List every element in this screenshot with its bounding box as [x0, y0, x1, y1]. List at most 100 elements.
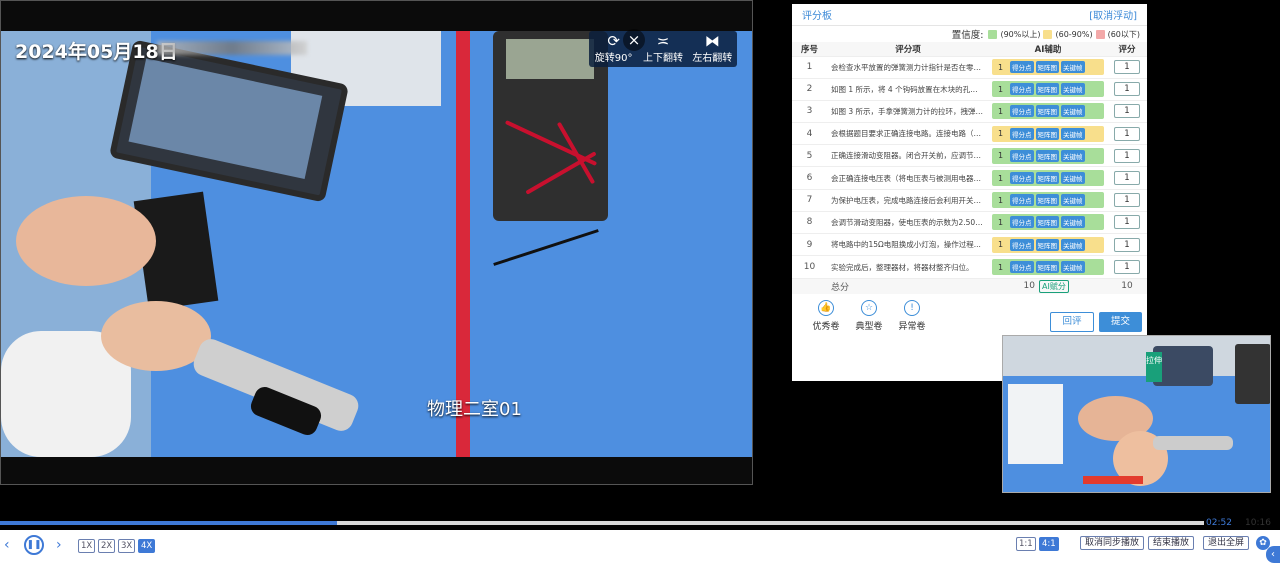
row-score-cell: 1	[1107, 99, 1147, 123]
score-input[interactable]: 1	[1114, 171, 1140, 186]
row-item-label: 会调节滑动变阻器，使电压表的示数为2.50V。	[831, 217, 985, 227]
table-row: 8 会调节滑动变阻器，使电压表的示数为2.50V。 1 得分点 矩阵图 关键帧 1	[792, 210, 1147, 234]
keyframe-tag[interactable]: 关键帧	[1061, 149, 1085, 162]
matrix-tag[interactable]: 矩阵图	[1035, 172, 1059, 185]
row-no: 9	[792, 232, 827, 256]
video-timestamp: 2024年05月18日	[15, 41, 178, 63]
end-play-button[interactable]: 结束播放	[1148, 536, 1195, 550]
score-input[interactable]: 1	[1114, 215, 1140, 230]
keyframe-tag[interactable]: 关键帧	[1061, 238, 1085, 251]
row-item-label: 实验完成后，整理器材，将器材整齐归位。	[831, 262, 974, 272]
back-review-button[interactable]: 回评	[1050, 312, 1094, 332]
score-point-tag[interactable]: 得分点	[1010, 261, 1034, 274]
close-icon[interactable]: ×	[623, 29, 645, 51]
abnormal-paper-button[interactable]: ! 异常卷	[892, 300, 932, 332]
flip-horizontal-button[interactable]: ⧓ 左右翻转	[688, 31, 737, 67]
score-point-tag[interactable]: 得分点	[1010, 238, 1034, 251]
header-item: 评分项	[827, 42, 989, 56]
keyframe-tag[interactable]: 关键帧	[1061, 216, 1085, 229]
prev-icon[interactable]: ‹	[4, 537, 10, 553]
score-input[interactable]: 1	[1114, 237, 1140, 252]
ai-confidence-box: 1 得分点 矩阵图 关键帧	[992, 103, 1104, 120]
ai-grade-button[interactable]: AI赋分	[1039, 279, 1069, 293]
stretch-toggle[interactable]: 拉伸	[1146, 352, 1162, 382]
matrix-tag[interactable]: 矩阵图	[1035, 105, 1059, 118]
score-point-tag[interactable]: 得分点	[1010, 149, 1034, 162]
cancel-float-link[interactable]: [取消浮动]	[1089, 7, 1137, 22]
ratio-4-1-button[interactable]: 4:1	[1039, 537, 1059, 551]
matrix-tag[interactable]: 矩阵图	[1035, 61, 1059, 74]
score-input[interactable]: 1	[1114, 82, 1140, 97]
secondary-video[interactable]	[1002, 335, 1271, 493]
score-input[interactable]: 1	[1114, 148, 1140, 163]
keyframe-tag[interactable]: 关键帧	[1061, 261, 1085, 274]
panel-title: 评分板	[802, 11, 832, 22]
score-input[interactable]: 1	[1114, 193, 1140, 208]
row-item-text: 为保护电压表，完成电路连接后会利用开关进行...	[827, 188, 989, 212]
progress-bar[interactable]	[0, 521, 1204, 525]
ai-confidence-box: 1 得分点 矩阵图 关键帧	[992, 81, 1104, 98]
next-icon[interactable]: ›	[56, 537, 62, 553]
speed-2x-button[interactable]: 2X	[98, 539, 116, 553]
keyframe-tag[interactable]: 关键帧	[1061, 61, 1085, 74]
score-input[interactable]: 1	[1114, 126, 1140, 141]
score-point-tag[interactable]: 得分点	[1010, 105, 1034, 118]
row-no: 5	[792, 144, 827, 167]
ai-score: 1	[998, 240, 1004, 250]
row-no: 3	[792, 99, 827, 123]
current-time: 02:52	[1206, 518, 1232, 528]
typical-paper-button[interactable]: ☆ 典型卷	[849, 300, 889, 332]
keyframe-tag[interactable]: 关键帧	[1061, 127, 1085, 140]
pause-icon[interactable]: ❚❚	[24, 535, 44, 555]
cancel-sync-button[interactable]: 取消同步播放	[1080, 536, 1145, 550]
matrix-tag[interactable]: 矩阵图	[1035, 261, 1059, 274]
score-input[interactable]: 1	[1114, 260, 1140, 275]
row-no: 4	[792, 122, 827, 145]
flip-vertical-button[interactable]: ≍ 上下翻转	[638, 31, 687, 67]
score-input[interactable]: 1	[1114, 104, 1140, 119]
score-point-tag[interactable]: 得分点	[1010, 83, 1034, 96]
video-frame	[1, 31, 752, 457]
score-input[interactable]: 1	[1114, 60, 1140, 75]
score-point-tag[interactable]: 得分点	[1010, 61, 1034, 74]
exit-fullscreen-button[interactable]: 退出全屏	[1203, 536, 1250, 550]
keyframe-tag[interactable]: 关键帧	[1061, 194, 1085, 207]
alert-icon: !	[904, 300, 920, 316]
panel-header: 评分板 [取消浮动]	[792, 4, 1147, 26]
row-item-text: 会调节滑动变阻器，使电压表的示数为2.50V。	[827, 210, 989, 234]
row-item-text: 会正确连接电压表（将电压表与被测用电器并联...	[827, 166, 989, 190]
ai-confidence-box: 1 得分点 矩阵图 关键帧	[992, 236, 1104, 253]
row-ai-assist: 1 得分点 矩阵图 关键帧	[989, 166, 1107, 190]
ai-score: 1	[998, 106, 1004, 116]
flip-horizontal-icon: ⧓	[704, 32, 720, 50]
matrix-tag[interactable]: 矩阵图	[1035, 127, 1059, 140]
keyframe-tag[interactable]: 关键帧	[1061, 83, 1085, 96]
collapse-icon[interactable]: ‹	[1266, 546, 1280, 563]
main-video[interactable]: 2024年05月18日 物理二室01 ⟳ 旋转90° ≍ 上下翻转 ⧓ 左右翻转…	[0, 0, 753, 485]
score-point-tag[interactable]: 得分点	[1010, 216, 1034, 229]
ai-confidence-box: 1 得分点 矩阵图 关键帧	[992, 170, 1104, 187]
total-label: 总分	[831, 282, 850, 293]
keyframe-tag[interactable]: 关键帧	[1061, 172, 1085, 185]
score-point-tag[interactable]: 得分点	[1010, 127, 1034, 140]
ratio-1-1-button[interactable]: 1:1	[1016, 537, 1036, 551]
matrix-tag[interactable]: 矩阵图	[1035, 83, 1059, 96]
row-item-text: 正确连接滑动变阻器。闭合开关前，应调节滑动...	[827, 144, 989, 167]
submit-button[interactable]: 提交	[1099, 312, 1142, 332]
row-item-label: 会正确连接电压表（将电压表与被测用电器并联...	[831, 173, 985, 183]
score-point-tag[interactable]: 得分点	[1010, 194, 1034, 207]
ai-confidence-box: 1 得分点 矩阵图 关键帧	[992, 59, 1104, 76]
ai-score: 1	[998, 84, 1004, 94]
matrix-tag[interactable]: 矩阵图	[1035, 216, 1059, 229]
speed-1x-button[interactable]: 1X	[78, 539, 96, 553]
speed-4x-button[interactable]: 4X	[138, 539, 156, 553]
player-controls: ‹ ❚❚ › 1X 2X 3X 4X 1:1 4:1 取消同步播放 结束播放 退出全屏…	[0, 530, 1280, 563]
matrix-tag[interactable]: 矩阵图	[1035, 238, 1059, 251]
matrix-tag[interactable]: 矩阵图	[1035, 149, 1059, 162]
speed-3x-button[interactable]: 3X	[118, 539, 136, 553]
keyframe-tag[interactable]: 关键帧	[1061, 105, 1085, 118]
matrix-tag[interactable]: 矩阵图	[1035, 194, 1059, 207]
score-point-tag[interactable]: 得分点	[1010, 172, 1034, 185]
excellent-paper-button[interactable]: 👍 优秀卷	[806, 300, 846, 332]
row-score-cell: 1	[1107, 55, 1147, 79]
